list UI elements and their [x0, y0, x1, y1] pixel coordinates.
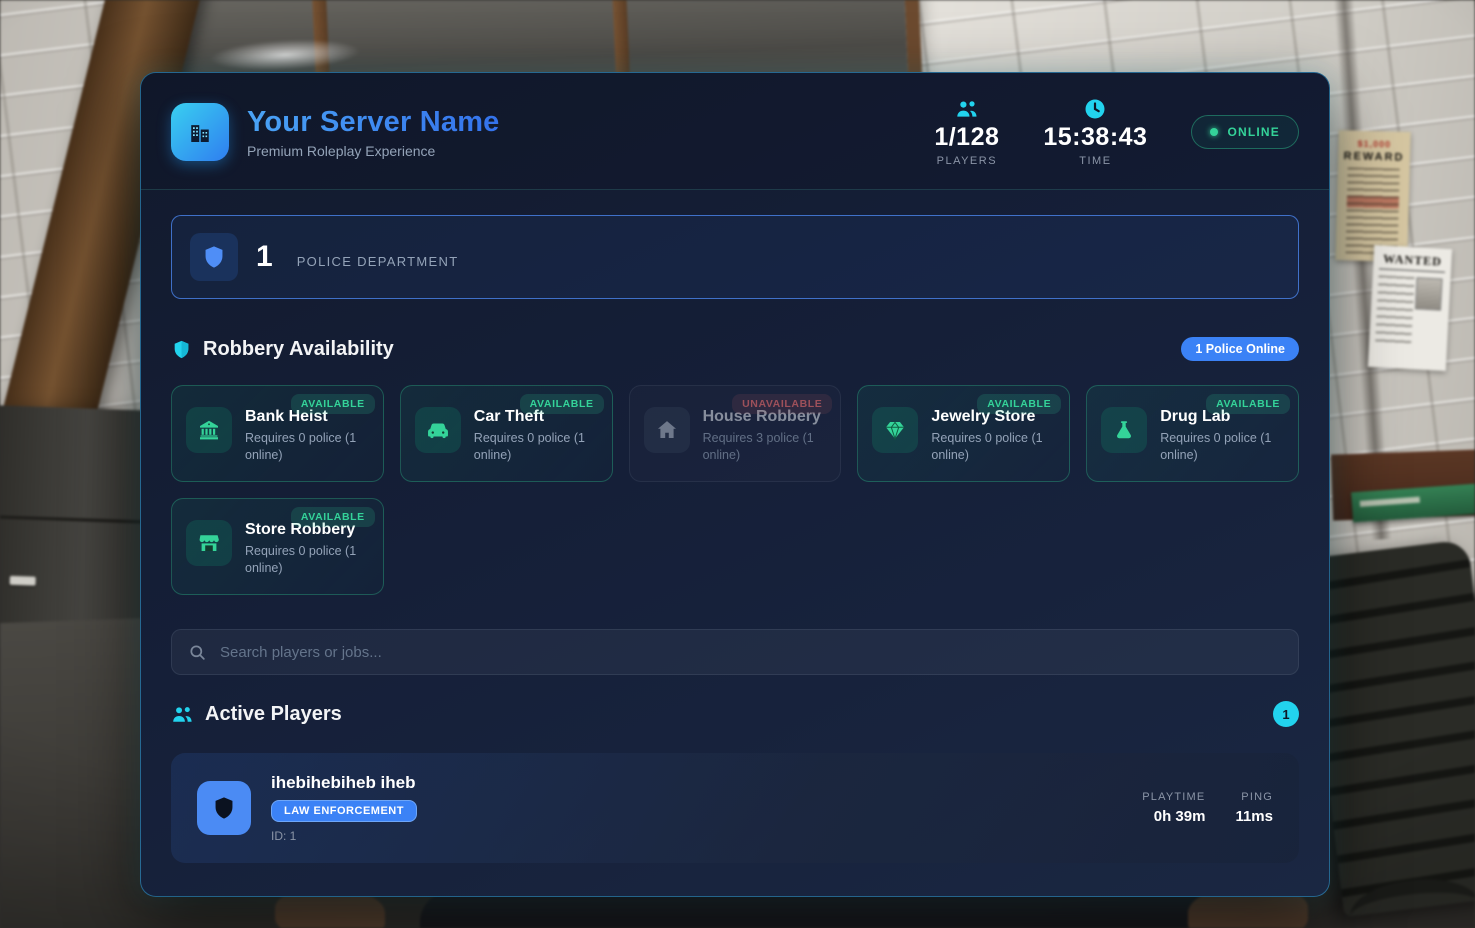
player-ping: PING 11ms	[1235, 791, 1273, 825]
status-badge: AVAILABLE	[291, 507, 375, 527]
player-avatar	[197, 781, 251, 835]
player-count-label: PLAYERS	[937, 155, 997, 167]
clock-icon	[1083, 97, 1107, 121]
server-title: Your Server Name	[247, 106, 500, 139]
server-subtitle: Premium Roleplay Experience	[247, 143, 500, 159]
robbery-section: Robbery Availability 1 Police Online Ban…	[141, 323, 1329, 609]
card-requirement: Requires 0 police (1 online)	[245, 430, 369, 464]
online-status-label: ONLINE	[1227, 125, 1280, 139]
robbery-card-house-robbery[interactable]: House Robbery Requires 3 police (1 onlin…	[629, 385, 842, 482]
building-icon	[185, 117, 215, 147]
status-badge: UNAVAILABLE	[732, 394, 832, 414]
player-role-badge: LAW ENFORCEMENT	[271, 800, 417, 822]
server-logo	[171, 103, 229, 161]
ping-value: 11ms	[1235, 808, 1273, 825]
active-players-header: Active Players 1	[171, 701, 1299, 727]
search-input[interactable]	[220, 644, 1282, 661]
players-stat: 1/128 PLAYERS	[934, 97, 999, 167]
police-count: 1	[256, 240, 273, 274]
playtime-value: 0h 39m	[1142, 808, 1205, 825]
car-icon	[415, 407, 461, 453]
bank-icon	[186, 407, 232, 453]
status-badge: AVAILABLE	[520, 394, 604, 414]
server-time-label: TIME	[1079, 155, 1111, 167]
shield-icon	[171, 339, 192, 360]
status-badge: AVAILABLE	[291, 394, 375, 414]
police-label: POLICE DEPARTMENT	[297, 254, 459, 269]
shield-icon	[201, 244, 227, 270]
card-requirement: Requires 0 police (1 online)	[474, 430, 598, 464]
users-icon	[171, 703, 194, 726]
status-badge: AVAILABLE	[977, 394, 1061, 414]
online-status-badge: ONLINE	[1191, 115, 1299, 149]
card-requirement: Requires 0 police (1 online)	[931, 430, 1055, 464]
flask-icon	[1101, 407, 1147, 453]
server-time: 15:38:43	[1043, 123, 1147, 152]
player-id: ID: 1	[271, 829, 417, 843]
active-players-count-badge: 1	[1273, 701, 1299, 727]
users-icon	[955, 97, 979, 121]
police-shield-iconbox	[190, 233, 238, 281]
police-department-bar: 1 POLICE DEPARTMENT	[171, 215, 1299, 299]
store-icon	[186, 520, 232, 566]
robbery-card-bank-heist[interactable]: Bank Heist Requires 0 police (1 online) …	[171, 385, 384, 482]
player-playtime: PLAYTIME 0h 39m	[1142, 791, 1205, 825]
shield-icon	[211, 795, 237, 821]
status-badge: AVAILABLE	[1206, 394, 1290, 414]
robbery-card-store-robbery[interactable]: Store Robbery Requires 0 police (1 onlin…	[171, 498, 384, 595]
ping-label: PING	[1235, 791, 1273, 803]
server-panel: Your Server Name Premium Roleplay Experi…	[140, 72, 1330, 897]
card-requirement: Requires 0 police (1 online)	[245, 543, 369, 577]
player-name: ihebihebiheb iheb	[271, 773, 417, 793]
playtime-label: PLAYTIME	[1142, 791, 1205, 803]
active-players-title: Active Players	[205, 703, 342, 726]
search-box	[171, 629, 1299, 675]
robbery-card-jewelry-store[interactable]: Jewelry Store Requires 0 police (1 onlin…	[857, 385, 1070, 482]
player-count: 1/128	[934, 123, 999, 152]
time-stat: 15:38:43 TIME	[1043, 97, 1147, 167]
robbery-section-title: Robbery Availability	[203, 338, 394, 361]
card-requirement: Requires 3 police (1 online)	[703, 430, 827, 464]
robbery-cards-grid: Bank Heist Requires 0 police (1 online) …	[171, 385, 1299, 595]
robbery-card-car-theft[interactable]: Car Theft Requires 0 police (1 online) A…	[400, 385, 613, 482]
online-dot-icon	[1210, 128, 1218, 136]
robbery-card-drug-lab[interactable]: Drug Lab Requires 0 police (1 online) AV…	[1086, 385, 1299, 482]
card-requirement: Requires 0 police (1 online)	[1160, 430, 1284, 464]
gem-icon	[872, 407, 918, 453]
search-icon	[188, 643, 207, 662]
house-icon	[644, 407, 690, 453]
player-row[interactable]: ihebihebiheb iheb LAW ENFORCEMENT ID: 1 …	[171, 753, 1299, 863]
panel-header: Your Server Name Premium Roleplay Experi…	[141, 73, 1329, 190]
police-online-badge: 1 Police Online	[1181, 337, 1299, 361]
